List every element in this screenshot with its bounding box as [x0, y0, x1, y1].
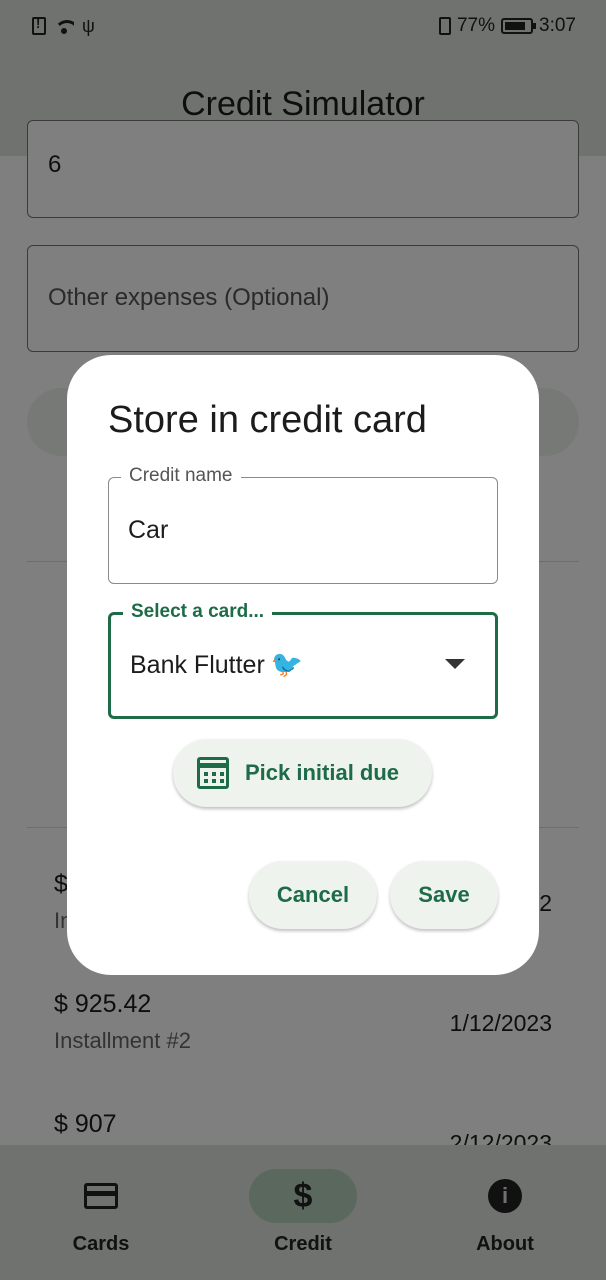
calendar-icon [197, 757, 229, 789]
cancel-button[interactable]: Cancel [249, 861, 377, 929]
credit-name-field[interactable]: Credit name Car [108, 465, 498, 584]
save-label: Save [418, 882, 470, 907]
card-select-value: Bank Flutter 🐦 [130, 649, 303, 680]
pick-initial-due-label: Pick initial due [245, 760, 400, 785]
dropdown-arrow-icon[interactable] [445, 659, 465, 669]
cancel-label: Cancel [276, 882, 350, 907]
selected-card-name: Bank Flutter [130, 651, 265, 679]
dialog-title: Store in credit card [108, 399, 427, 441]
store-credit-dialog: Store in credit card Credit name Car Sel… [67, 355, 539, 975]
save-button[interactable]: Save [390, 861, 498, 929]
pick-initial-due-button[interactable]: Pick initial due [173, 739, 432, 807]
credit-name-value: Car [128, 516, 169, 544]
card-select-dropdown[interactable]: Select a card... Bank Flutter 🐦 [108, 601, 498, 719]
bird-emoji-icon: 🐦 [270, 649, 304, 679]
credit-name-label: Credit name [121, 465, 241, 487]
card-select-label: Select a card... [123, 601, 273, 623]
